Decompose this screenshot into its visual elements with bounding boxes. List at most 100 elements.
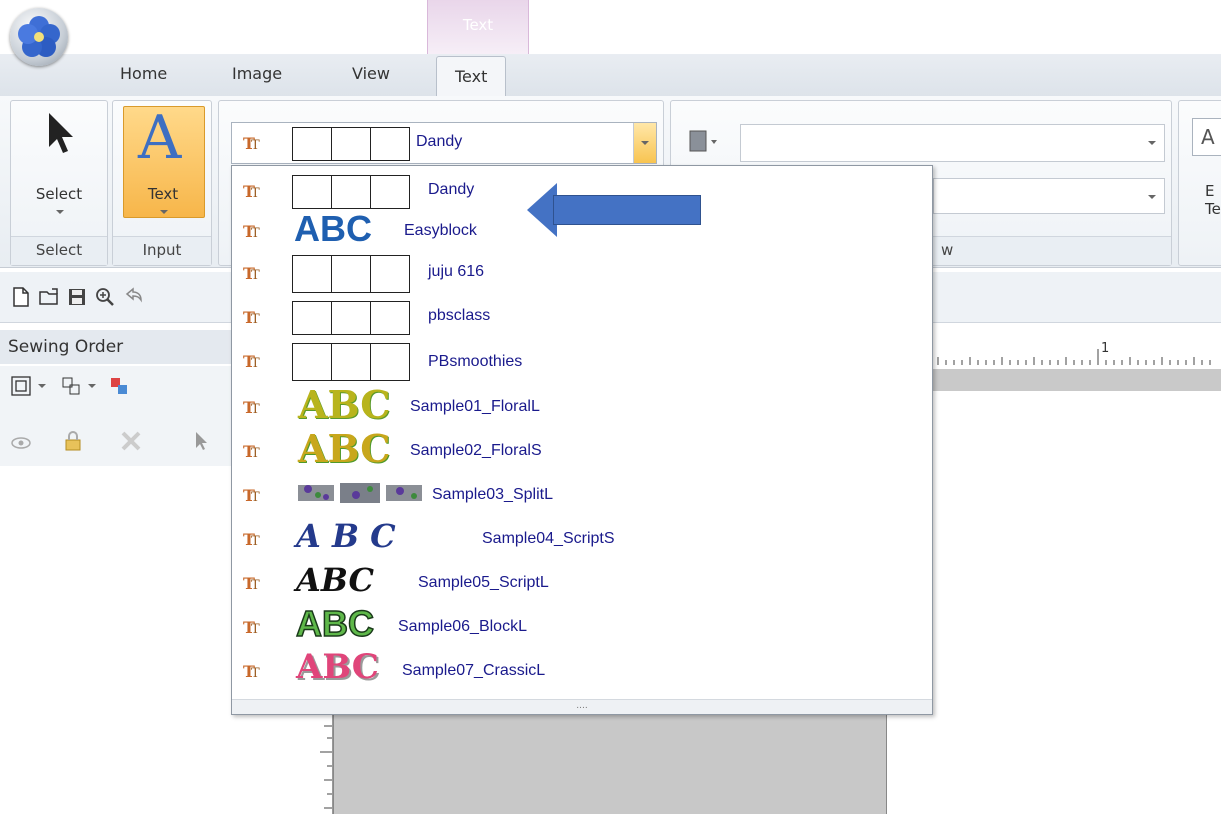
- font-item-name: Sample06_BlockL: [398, 618, 527, 635]
- ruler-ticks: [937, 349, 1211, 365]
- truetype-font-icon: TT: [243, 486, 260, 505]
- font-item-name: pbsclass: [428, 307, 491, 324]
- truetype-font-icon: TT: [243, 530, 260, 549]
- sewing-order-title: Sewing Order: [0, 330, 232, 364]
- split-font-preview-graphic: [298, 483, 422, 503]
- font-preview-boxes: [292, 301, 410, 335]
- font-preview-abc: ABC: [298, 382, 391, 427]
- text-input-button[interactable]: A Text: [123, 103, 205, 218]
- font-item-sample04-script-s[interactable]: TT A B C Sample04_ScriptS: [232, 517, 932, 558]
- chevron-down-icon: [1148, 195, 1156, 199]
- save-icon[interactable]: [66, 286, 88, 308]
- chevron-down-icon[interactable]: [38, 384, 46, 388]
- text-attributes-caption-label: w: [941, 241, 954, 259]
- chevron-down-icon[interactable]: [88, 384, 96, 388]
- flower-logo-icon: [18, 16, 60, 57]
- font-item-sample06-block-l[interactable]: TT ABC Sample06_BlockL: [232, 602, 932, 646]
- font-item-pbsmoothies[interactable]: TT PBsmoothies: [232, 342, 932, 381]
- select-pointer-icon[interactable]: [190, 430, 212, 452]
- zoom-icon[interactable]: [94, 286, 116, 308]
- font-item-name: Sample04_ScriptS: [482, 530, 615, 547]
- font-item-sample05-script-l[interactable]: TT ABC Sample05_ScriptL: [232, 561, 932, 602]
- font-item-sample01-floral-l[interactable]: TT ABC Sample01_FloralL: [232, 382, 932, 427]
- tab-view[interactable]: View: [352, 64, 390, 83]
- font-preview-abc: ABC: [296, 647, 379, 687]
- input-group: A Text Input: [112, 100, 212, 266]
- font-item-name: juju 616: [428, 263, 485, 280]
- font-item-name: Dandy: [428, 181, 475, 198]
- font-item-name: Sample07_CrassicL: [402, 662, 546, 679]
- font-a-icon: A: [138, 103, 182, 173]
- font-item-name: Sample01_FloralL: [410, 398, 540, 415]
- open-folder-icon[interactable]: [38, 286, 60, 308]
- font-combo-dropdown-button[interactable]: [633, 123, 656, 163]
- tab-image[interactable]: Image: [232, 64, 282, 83]
- color-order-icon[interactable]: [108, 375, 130, 397]
- font-item-name: Sample02_FloralS: [410, 442, 542, 459]
- font-item-name: Easyblock: [404, 222, 477, 239]
- dropdown-resize-grip[interactable]: ....: [232, 699, 932, 714]
- truetype-font-icon: TT: [243, 398, 260, 417]
- font-preview-abc: ABC: [295, 602, 375, 645]
- sequence-icon[interactable]: [60, 375, 82, 397]
- truetype-font-icon: TT: [243, 574, 260, 593]
- app-menu-button[interactable]: [10, 8, 68, 66]
- line-color-button[interactable]: [686, 126, 720, 160]
- undo-icon[interactable]: [122, 286, 144, 308]
- truetype-font-icon: TT: [243, 222, 260, 241]
- truetype-font-icon: TT: [243, 618, 260, 637]
- chevron-down-icon: [1148, 141, 1156, 145]
- ruler-mark-label: 1: [1101, 341, 1110, 356]
- lock-icon[interactable]: [62, 430, 84, 452]
- font-item-name: Sample05_ScriptL: [418, 574, 549, 591]
- attribute-combo-1[interactable]: [740, 124, 1165, 162]
- line-swatch-icon: [689, 130, 717, 152]
- selected-font-name: Dandy: [416, 133, 463, 150]
- contextual-tab-header: Text: [427, 0, 529, 54]
- font-preview-script: A B C: [296, 517, 396, 555]
- text-button-label: Text: [147, 185, 179, 203]
- select-dropdown-icon[interactable]: [56, 210, 64, 214]
- truetype-font-icon: TT: [243, 442, 260, 461]
- font-preview-boxes: [292, 175, 410, 209]
- edit-text-icon[interactable]: A: [1192, 118, 1221, 156]
- truetype-font-icon: TT: [243, 264, 260, 283]
- select-button-label[interactable]: Select: [11, 185, 107, 203]
- pointer-arrow-icon: [49, 113, 73, 153]
- font-item-sample03-split-l[interactable]: TT Sample03_SplitL: [232, 476, 932, 514]
- edit-text-label-1: E: [1205, 182, 1215, 200]
- select-group-caption: Select: [11, 236, 107, 265]
- font-preview-abc: ABC: [298, 426, 391, 471]
- tab-text[interactable]: Text: [436, 56, 507, 97]
- font-item-sample07-crassic-l[interactable]: TT ABC Sample07_CrassicL: [232, 647, 932, 690]
- font-item-pbsclass[interactable]: TT pbsclass: [232, 298, 932, 336]
- horizontal-ruler: 1: [930, 335, 1221, 370]
- truetype-font-icon: TT: [243, 182, 260, 201]
- new-file-icon[interactable]: [10, 286, 32, 308]
- edit-text-label-2: Te: [1205, 200, 1221, 218]
- font-item-juju-616[interactable]: TT juju 616: [232, 254, 932, 293]
- input-group-caption: Input: [113, 236, 211, 265]
- text-dropdown-icon: [160, 210, 168, 214]
- tab-home[interactable]: Home: [120, 64, 167, 83]
- font-combo[interactable]: TT Dandy: [231, 122, 657, 164]
- font-item-name: Sample03_SplitL: [432, 486, 553, 503]
- tab-strip: [0, 54, 1221, 97]
- attribute-combo-2[interactable]: [933, 178, 1165, 214]
- chevron-down-icon: [641, 141, 649, 145]
- font-preview-boxes: [292, 127, 410, 161]
- font-item-sample02-floral-s[interactable]: TT ABC Sample02_FloralS: [232, 426, 932, 471]
- vertical-ruler-ticks: [320, 725, 332, 809]
- select-group: Select Select: [10, 100, 108, 266]
- fit-view-icon[interactable]: [10, 375, 32, 397]
- truetype-font-icon: TT: [243, 352, 260, 371]
- eye-icon[interactable]: [10, 432, 32, 454]
- design-canvas[interactable]: [333, 714, 887, 814]
- font-preview-abc: ABC: [294, 208, 372, 249]
- annotation-arrow-shaft: [553, 195, 701, 225]
- truetype-font-icon: TT: [243, 134, 260, 153]
- font-item-name: PBsmoothies: [428, 353, 523, 370]
- truetype-font-icon: TT: [243, 308, 260, 327]
- delete-icon[interactable]: [120, 430, 142, 452]
- contextual-tab-label: Text: [462, 16, 494, 34]
